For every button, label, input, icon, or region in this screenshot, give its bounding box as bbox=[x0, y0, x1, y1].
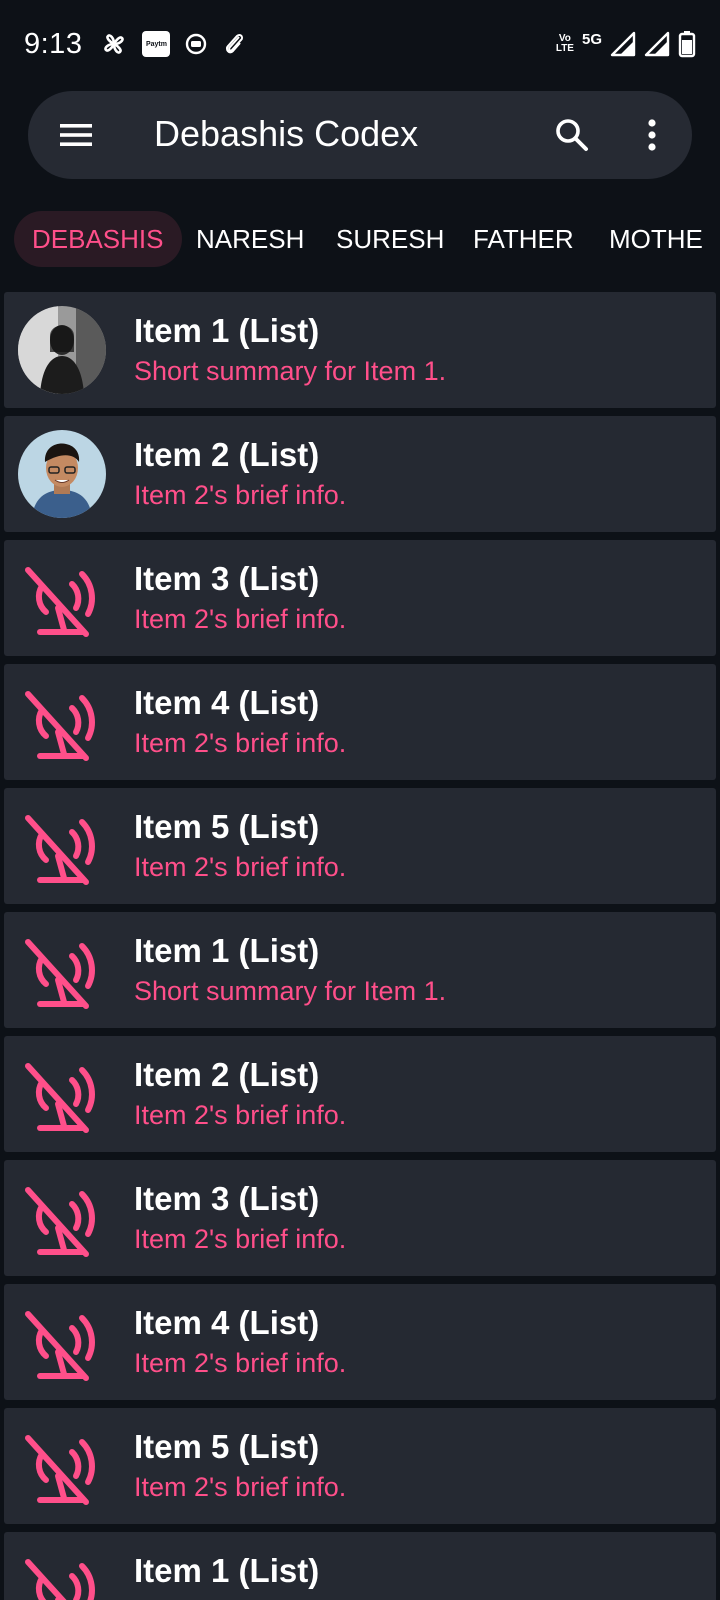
item-title: Item 5 (List) bbox=[134, 1428, 320, 1465]
item-title: Item 3 (List) bbox=[134, 560, 320, 597]
item-subtitle: Item 2's brief info. bbox=[134, 852, 347, 882]
broken-image-icon bbox=[25, 1559, 95, 1600]
more-options-button[interactable] bbox=[642, 115, 662, 155]
attachment-icon bbox=[222, 31, 246, 57]
tab-mother[interactable]: MOTHE bbox=[609, 211, 703, 267]
signal-icon bbox=[610, 31, 636, 57]
list-item[interactable]: Item 1 (List) Short summary for Item 1. bbox=[4, 912, 716, 1028]
avatar bbox=[18, 306, 106, 394]
list-item[interactable]: Item 5 (List) Item 2's brief info. bbox=[4, 1408, 716, 1524]
paytm-icon: Paytm bbox=[142, 31, 171, 57]
battery-icon bbox=[678, 30, 696, 58]
list-item[interactable]: Item 1 (List) Short summary for Item 1. bbox=[4, 292, 716, 408]
item-title: Item 2 (List) bbox=[134, 1056, 320, 1093]
item-subtitle: Short summary for Item 1. bbox=[134, 356, 447, 386]
item-subtitle: Item 2's brief info. bbox=[134, 1472, 347, 1502]
broken-image-icon bbox=[25, 1311, 95, 1381]
item-subtitle: Item 2's brief info. bbox=[134, 1100, 347, 1130]
tab-bar: DEBASHIS NARESH SURESH FATHER MOTHE bbox=[0, 208, 720, 270]
item-title: Item 2 (List) bbox=[134, 436, 320, 473]
tab-naresh[interactable]: NARESH bbox=[196, 211, 304, 267]
broken-image-icon bbox=[25, 815, 95, 885]
tab-suresh[interactable]: SURESH bbox=[336, 211, 444, 267]
avatar bbox=[18, 430, 106, 518]
search-icon bbox=[556, 119, 588, 151]
search-button[interactable] bbox=[552, 115, 592, 155]
network-type-label: 5G bbox=[581, 30, 602, 48]
list-item[interactable]: Item 4 (List) Item 2's brief info. bbox=[4, 664, 716, 780]
list-item[interactable]: Item 4 (List) Item 2's brief info. bbox=[4, 1284, 716, 1400]
media-icon bbox=[184, 32, 208, 56]
item-title: Item 3 (List) bbox=[134, 1180, 320, 1217]
menu-icon bbox=[60, 124, 92, 146]
list-item[interactable]: Item 2 (List) Item 2's brief info. bbox=[4, 416, 716, 532]
item-title: Item 5 (List) bbox=[134, 808, 320, 845]
broken-image-icon bbox=[25, 1187, 95, 1257]
list-item[interactable]: Item 1 (List) bbox=[4, 1532, 716, 1600]
status-bar: 9:13 Paytm Vo LTE 5G bbox=[0, 0, 720, 88]
signal-icon bbox=[644, 31, 670, 57]
list-item[interactable]: Item 3 (List) Item 2's brief info. bbox=[4, 540, 716, 656]
broken-image-icon bbox=[25, 691, 95, 761]
item-title: Item 1 (List) bbox=[134, 312, 320, 349]
item-subtitle: Item 2's brief info. bbox=[134, 604, 347, 634]
pinwheel-icon bbox=[100, 30, 128, 58]
item-subtitle: Item 2's brief info. bbox=[134, 1348, 347, 1378]
item-title: Item 1 (List) bbox=[134, 932, 320, 969]
system-icons: Vo LTE 5G bbox=[556, 30, 696, 58]
item-subtitle: Short summary for Item 1. bbox=[134, 976, 447, 1006]
item-subtitle: Item 2's brief info. bbox=[134, 1224, 347, 1254]
list-item[interactable]: Item 3 (List) Item 2's brief info. bbox=[4, 1160, 716, 1276]
item-subtitle: Item 2's brief info. bbox=[134, 728, 347, 758]
broken-image-icon bbox=[25, 1063, 95, 1133]
list-item[interactable]: Item 5 (List) Item 2's brief info. bbox=[4, 788, 716, 904]
broken-image-icon bbox=[25, 1435, 95, 1505]
broken-image-icon bbox=[25, 567, 95, 637]
list-item[interactable]: Item 2 (List) Item 2's brief info. bbox=[4, 1036, 716, 1152]
item-title: Item 1 (List) bbox=[134, 1552, 320, 1589]
notification-icons: Paytm bbox=[100, 30, 246, 58]
top-app-bar: Debashis Codex bbox=[28, 91, 692, 179]
item-title: Item 4 (List) bbox=[134, 1304, 320, 1341]
item-title: Item 4 (List) bbox=[134, 684, 320, 721]
volte-label-bottom: LTE bbox=[555, 43, 574, 54]
item-subtitle: Item 2's brief info. bbox=[134, 480, 347, 510]
tab-father[interactable]: FATHER bbox=[473, 211, 574, 267]
status-time: 9:13 bbox=[24, 27, 83, 60]
app-title: Debashis Codex bbox=[154, 113, 419, 154]
volte-icon: Vo LTE bbox=[556, 34, 574, 54]
broken-image-icon bbox=[25, 939, 95, 1009]
tab-debashis[interactable]: DEBASHIS bbox=[14, 211, 182, 267]
more-vert-icon bbox=[648, 119, 656, 151]
menu-button[interactable] bbox=[56, 118, 96, 152]
